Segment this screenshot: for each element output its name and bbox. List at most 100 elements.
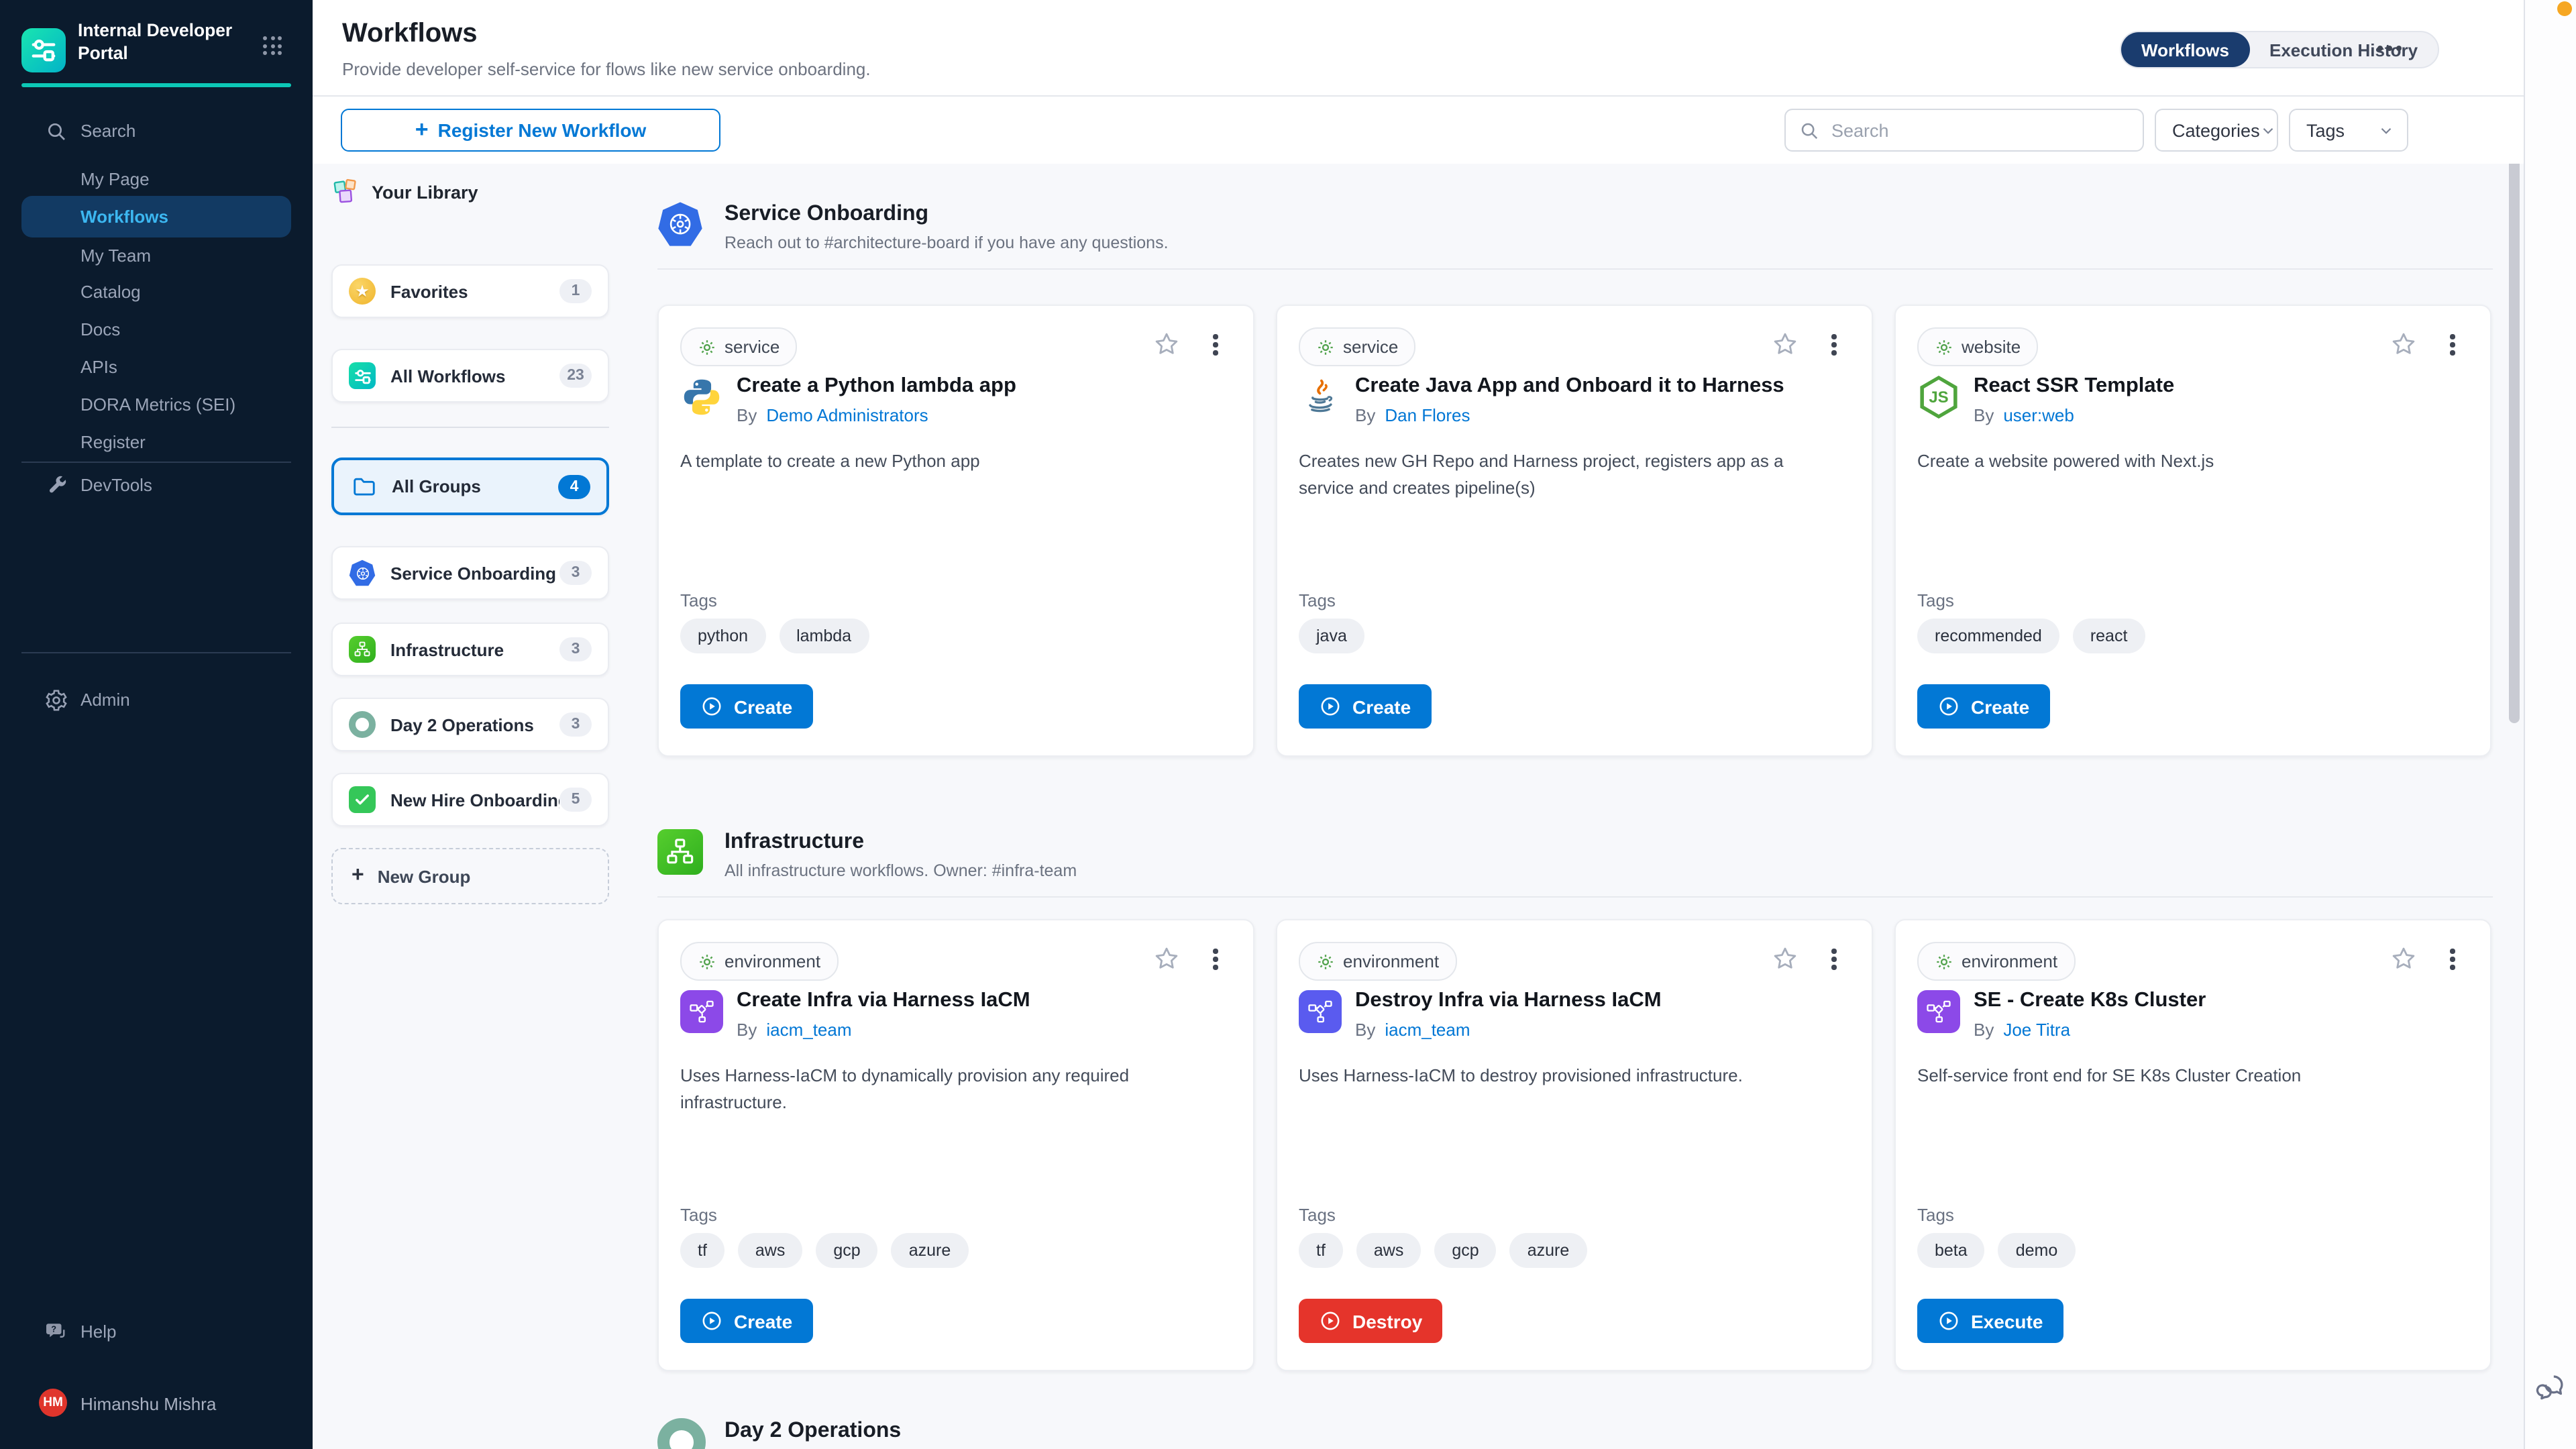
gear-icon	[1935, 337, 1953, 356]
sidebar-item-help[interactable]: ? Help	[21, 1311, 291, 1352]
library-item-infrastructure[interactable]: Infrastructure 3	[331, 623, 609, 676]
workflow-description: Self-service front end for SE K8s Cluste…	[1917, 1063, 2461, 1089]
chat-bubbles-icon[interactable]	[2536, 1371, 2567, 1409]
by-label: By	[737, 1020, 757, 1040]
play-icon	[1937, 1309, 1960, 1332]
gear-icon	[1316, 952, 1335, 971]
library-item-all-groups[interactable]: All Groups 4	[331, 458, 609, 515]
register-new-workflow-button[interactable]: + Register New Workflow	[341, 109, 720, 152]
library-item-service-onboarding[interactable]: Service Onboarding 3	[331, 546, 609, 600]
workflow-title: Destroy Infra via Harness IaCM	[1355, 989, 1853, 1013]
tag-list: tfawsgcpazure	[680, 1233, 968, 1268]
app-launcher-grid-icon[interactable]	[263, 36, 282, 55]
sidebar-item-catalog[interactable]: Catalog	[21, 271, 291, 313]
kebab-menu-icon[interactable]	[2442, 945, 2463, 974]
tags-dropdown[interactable]: Tags	[2289, 109, 2408, 152]
tag-chip: recommended	[1917, 619, 2059, 653]
workflow-card-create-infra-via-harness-iacm: environment Create Infra via Harness IaC…	[657, 919, 1254, 1371]
owner-link[interactable]: iacm_team	[766, 1020, 851, 1040]
sidebar-item-label: Register	[80, 432, 146, 452]
sidebar-item-search[interactable]: Search	[21, 110, 291, 152]
sidebar-item-user[interactable]: Himanshu Mishra	[21, 1383, 291, 1425]
destroy-button[interactable]: Destroy	[1299, 1299, 1442, 1343]
sidebar-item-my-team[interactable]: My Team	[21, 235, 291, 276]
owner-link[interactable]: iacm_team	[1385, 1020, 1470, 1040]
workflow-title: React SSR Template	[1974, 374, 2471, 398]
count-badge: 5	[559, 788, 592, 812]
owner-link[interactable]: Joe Titra	[2003, 1020, 2070, 1040]
sidebar-item-apis[interactable]: APIs	[21, 346, 291, 388]
section-subtitle: All infrastructure workflows. Owner: #in…	[724, 861, 1077, 880]
flowchart-indigo-icon	[1299, 990, 1342, 1033]
plus-icon: +	[415, 116, 429, 143]
chevron-down-icon	[2377, 121, 2395, 139]
favorite-star-icon[interactable]	[2387, 327, 2419, 360]
kind-chip-label: environment	[1343, 951, 1439, 971]
categories-dropdown[interactable]: Categories	[2155, 109, 2278, 152]
tag-list: java	[1299, 619, 1364, 653]
vertical-scrollbar[interactable]	[2509, 164, 2520, 723]
sidebar-item-register[interactable]: Register	[21, 421, 291, 463]
library-item-day-2-operations[interactable]: Day 2 Operations 3	[331, 698, 609, 751]
owner-link[interactable]: Dan Flores	[1385, 405, 1470, 425]
sidebar-item-dora-metrics-sei[interactable]: DORA Metrics (SEI)	[21, 384, 291, 425]
sidebar-item-docs[interactable]: Docs	[21, 309, 291, 350]
page-title: Workflows	[342, 19, 478, 50]
tab-workflows[interactable]: Workflows	[2121, 32, 2249, 67]
create-button[interactable]: Create	[680, 1299, 812, 1343]
tag-chip: react	[2073, 619, 2145, 653]
tags-label: Tags	[1299, 590, 1336, 610]
right-utility-rail	[2524, 0, 2576, 1449]
kebab-menu-icon[interactable]	[2442, 330, 2463, 360]
library-item-label: All Groups	[392, 476, 558, 496]
plus-icon: +	[352, 864, 364, 888]
library-item-label: Service Onboarding	[390, 563, 559, 583]
sidebar-item-devtools[interactable]: DevTools	[21, 464, 291, 506]
tags-label: Tags	[680, 1205, 717, 1225]
create-button[interactable]: Create	[1299, 684, 1431, 729]
user-name: Himanshu Mishra	[80, 1394, 216, 1414]
more-options-ellipsis-icon[interactable]	[2377, 46, 2402, 51]
search-input[interactable]	[1829, 119, 2129, 142]
tag-chip: python	[680, 619, 765, 653]
favorite-star-icon[interactable]	[1150, 327, 1182, 360]
favorite-star-icon[interactable]	[2387, 942, 2419, 974]
help-chat-icon: ?	[44, 1320, 68, 1344]
kebab-menu-icon[interactable]	[1205, 330, 1226, 360]
sidebar-item-workflows[interactable]: Workflows	[21, 196, 291, 237]
sidebar-item-admin[interactable]: Admin	[21, 679, 291, 720]
create-button[interactable]: Create	[680, 684, 812, 729]
favorite-star-icon[interactable]	[1768, 327, 1801, 360]
owner-link[interactable]: user:web	[2003, 405, 2074, 425]
sidebar-item-my-page[interactable]: My Page	[21, 158, 291, 200]
workflow-title: Create a Python lambda app	[737, 374, 1234, 398]
library-item-new-hire-onboarding[interactable]: New Hire Onboarding 5	[331, 773, 609, 826]
execute-button[interactable]: Execute	[1917, 1299, 2063, 1343]
owner-link[interactable]: Demo Administrators	[766, 405, 928, 425]
sidebar-item-label: My Page	[80, 169, 150, 189]
kebab-menu-icon[interactable]	[1205, 945, 1226, 974]
favorite-star-icon[interactable]	[1150, 942, 1182, 974]
tag-chip: aws	[1356, 1233, 1421, 1268]
count-badge: 23	[559, 364, 592, 388]
create-button[interactable]: Create	[1917, 684, 2049, 729]
kebab-menu-icon[interactable]	[1823, 330, 1845, 360]
ring-teal-icon	[349, 711, 376, 738]
library-item-all-workflows[interactable]: All Workflows 23	[331, 349, 609, 402]
library-item-label: New Hire Onboarding	[390, 790, 559, 810]
library-item-favorites[interactable]: ★ Favorites 1	[331, 264, 609, 318]
tab-execution-history[interactable]: Execution History	[2249, 32, 2438, 67]
sitemap-green-icon	[349, 636, 376, 663]
favorite-star-icon[interactable]	[1768, 942, 1801, 974]
new-group-button[interactable]: + New Group	[331, 848, 609, 904]
kebab-menu-icon[interactable]	[1823, 945, 1845, 974]
count-badge: 3	[559, 561, 592, 585]
folder-icon	[350, 473, 377, 500]
flowchart-purple-icon	[680, 990, 723, 1033]
gear-icon	[44, 688, 68, 712]
kind-chip: environment	[680, 942, 838, 981]
kind-chip: environment	[1917, 942, 2075, 981]
section-header: Day 2 Operations	[657, 1418, 2493, 1449]
gear-icon	[1935, 952, 1953, 971]
kind-chip-label: service	[724, 337, 780, 357]
